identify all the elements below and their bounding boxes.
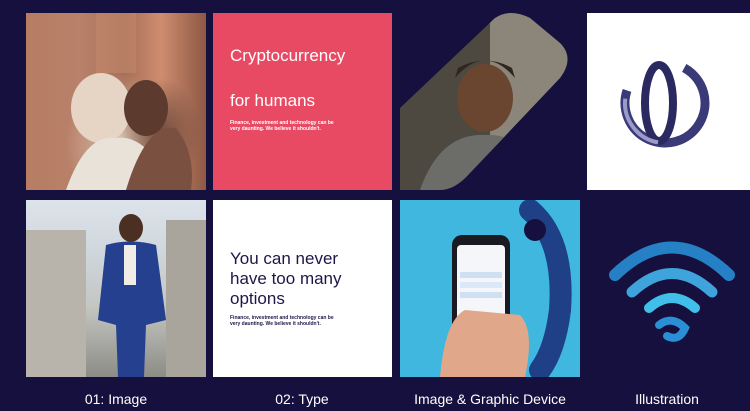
crypto-title-line2: for humans xyxy=(230,91,316,110)
wifi-signal-icon xyxy=(609,241,735,342)
wifi-illustration xyxy=(587,200,750,377)
couple-photo-illustration xyxy=(66,13,192,190)
man-street-illustration xyxy=(26,214,206,377)
options-title-line1: You can never xyxy=(230,249,339,268)
options-card: You can never have too many options Fina… xyxy=(213,200,392,377)
pill-shape-portrait xyxy=(400,13,568,190)
crypto-card: Cryptocurrency for humans Finance, inves… xyxy=(213,13,392,190)
brand-showcase: { "cards": { "crypto_title_line1": "Cryp… xyxy=(0,0,750,411)
caption-illustration: Illustration xyxy=(635,391,699,407)
options-title-line2: have too many xyxy=(230,269,342,288)
options-body: Finance, investment and technology can b… xyxy=(230,315,334,327)
crypto-title-line1: Cryptocurrency xyxy=(230,46,346,65)
man-street-photo xyxy=(26,200,206,377)
phone-in-hand-illustration xyxy=(440,200,572,377)
caption-type: 02: Type xyxy=(275,391,329,407)
caption-device: Image & Graphic Device xyxy=(414,391,566,407)
couple-photo xyxy=(26,13,206,190)
circle-logo-icon xyxy=(620,58,710,148)
graphic-device-portrait xyxy=(400,13,580,190)
illustration-logo-card xyxy=(587,13,750,190)
crypto-body: Finance, investment and technology can b… xyxy=(230,120,334,132)
options-title-line3: options xyxy=(230,289,285,308)
caption-image: 01: Image xyxy=(84,391,148,407)
phone-hand-card xyxy=(400,200,580,377)
